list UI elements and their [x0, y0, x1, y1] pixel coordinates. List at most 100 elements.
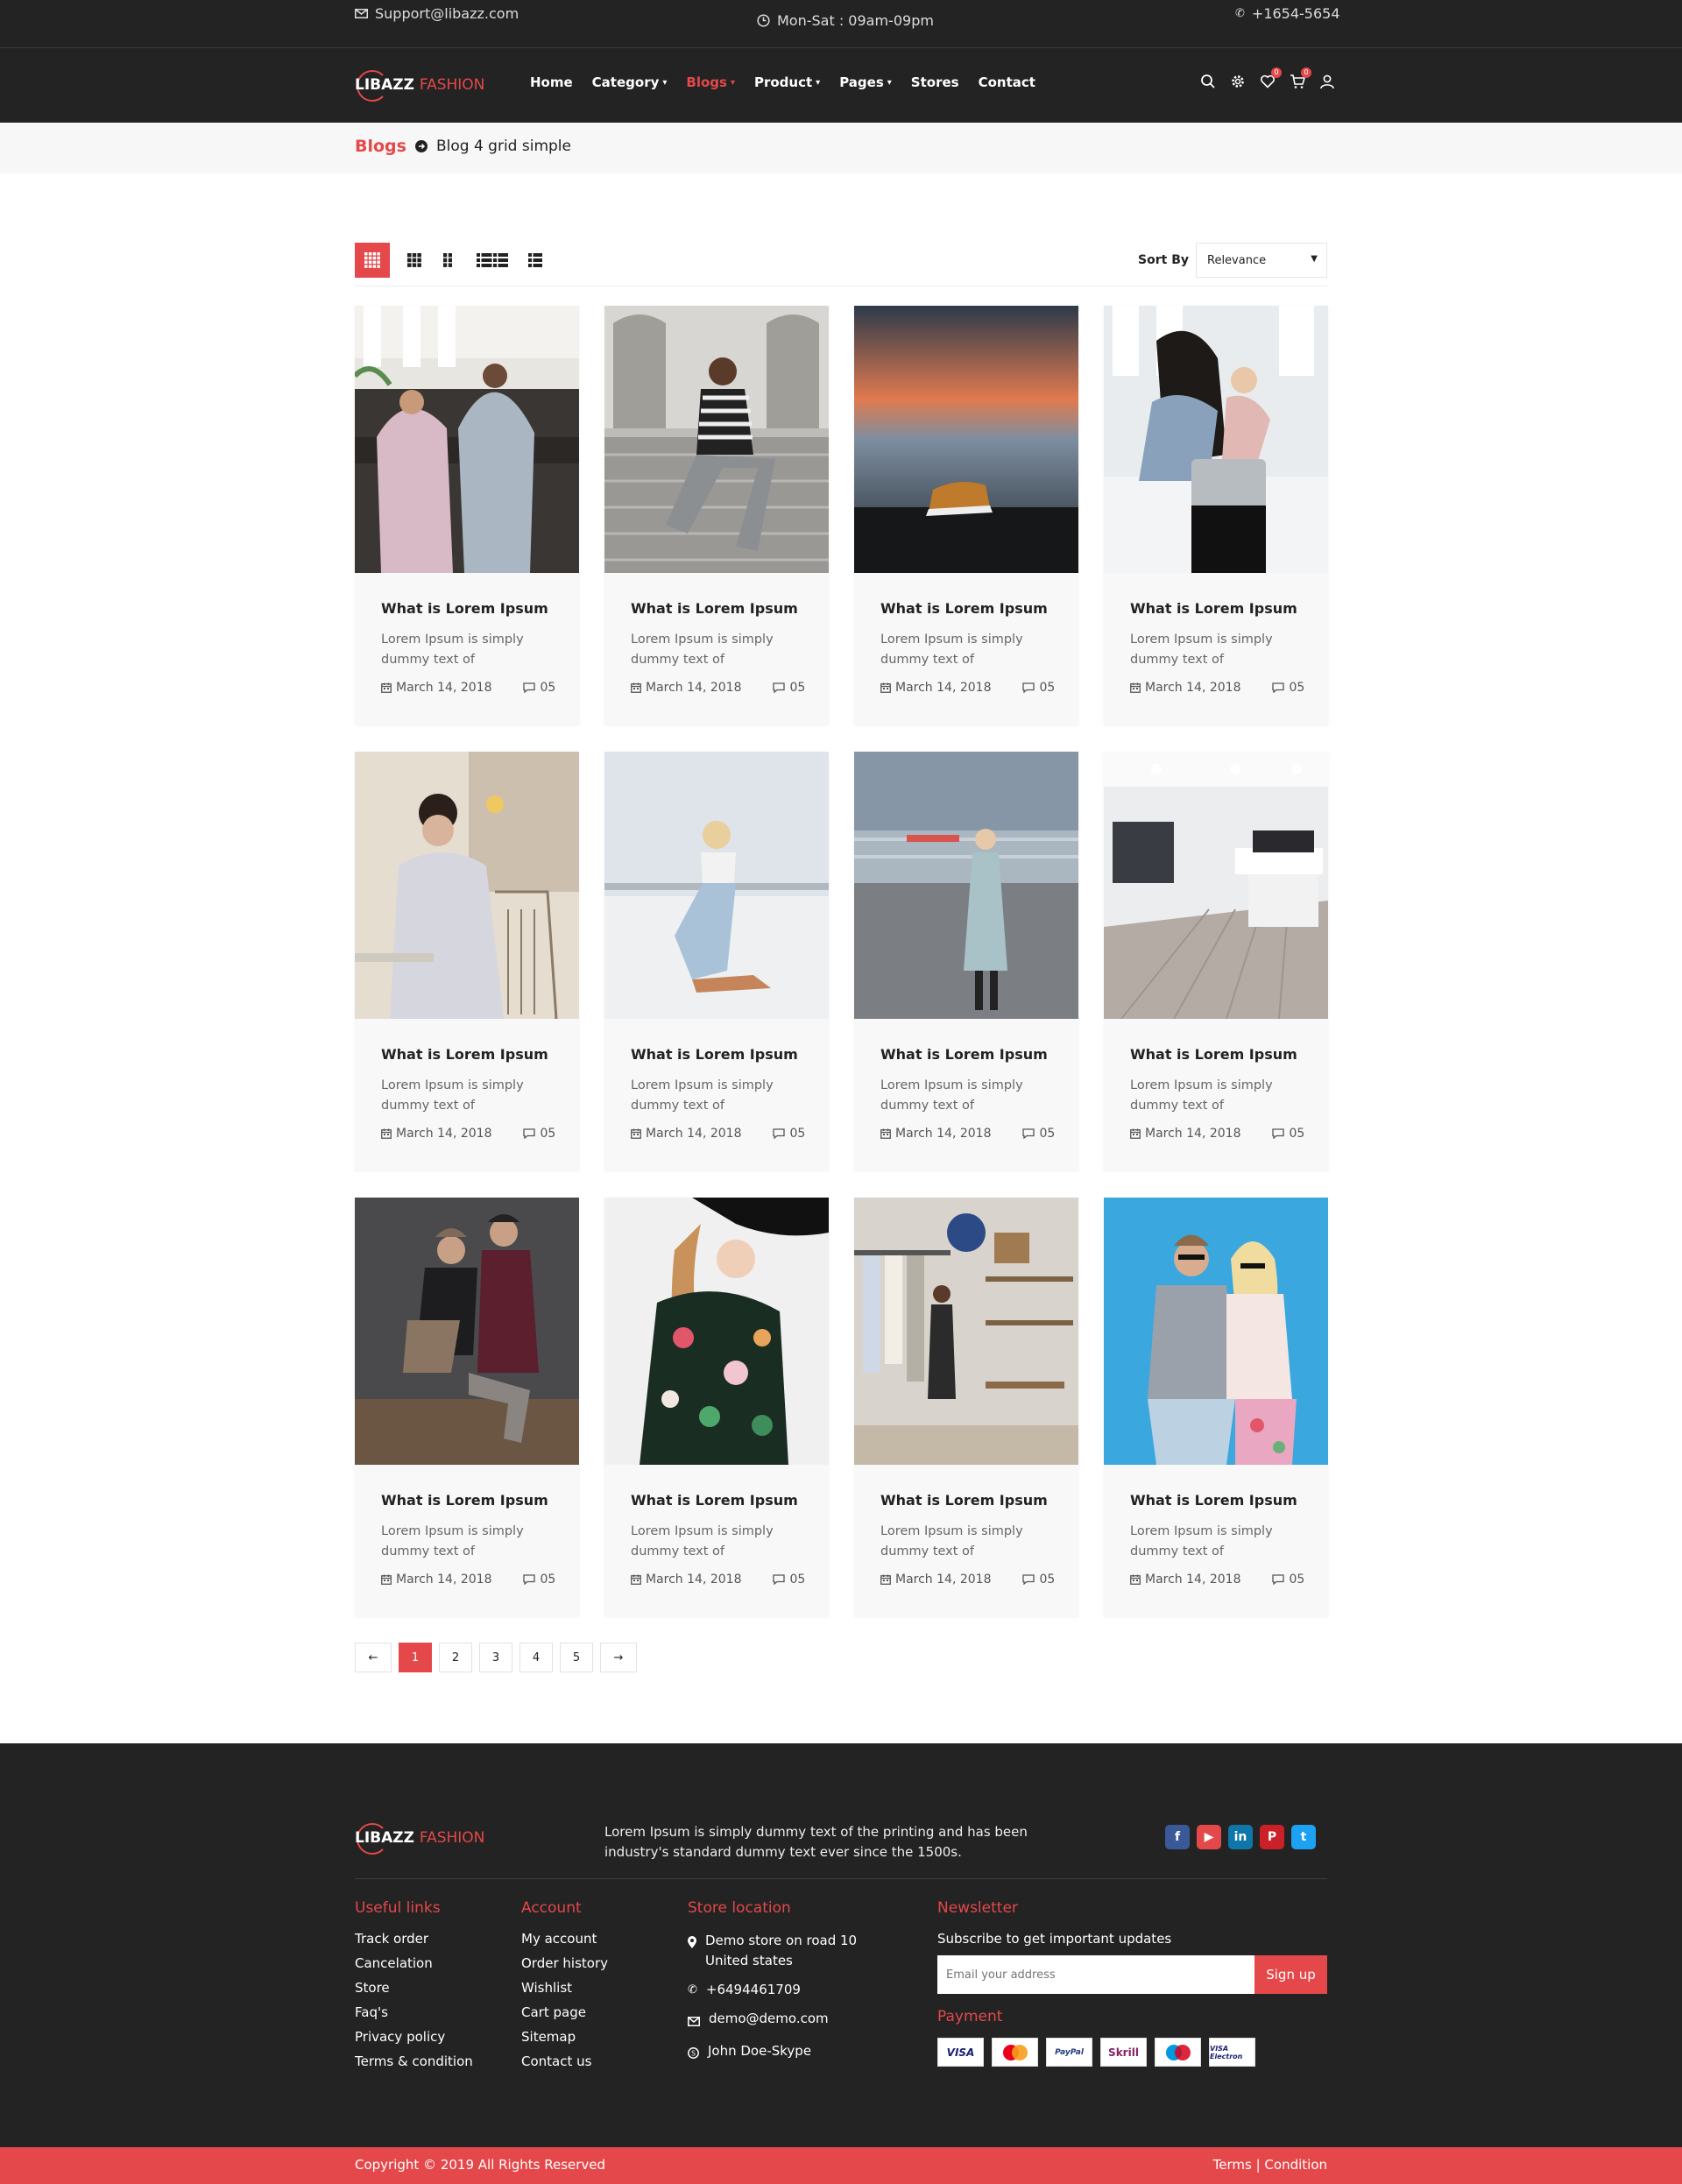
cart-icon[interactable]: 0 — [1290, 67, 1311, 89]
next-page-button[interactable]: → — [600, 1643, 637, 1672]
blog-image[interactable] — [604, 306, 829, 573]
blog-image[interactable] — [1104, 1198, 1328, 1465]
gear-icon[interactable] — [1230, 74, 1246, 89]
blog-title[interactable]: What is Lorem Ipsum — [381, 1046, 548, 1063]
blog-card[interactable]: What is Lorem Ipsum Lorem Ipsum is simpl… — [854, 752, 1078, 1170]
search-icon[interactable] — [1200, 74, 1216, 89]
grid-3-view-button[interactable] — [397, 243, 432, 278]
blog-title[interactable]: What is Lorem Ipsum — [381, 600, 548, 617]
pinterest-icon[interactable]: P — [1260, 1825, 1284, 1849]
blog-comments[interactable]: 05 — [1022, 1127, 1055, 1141]
terms-link[interactable]: Terms | Condition — [1213, 2157, 1327, 2173]
page-4-button[interactable]: 4 — [519, 1643, 553, 1672]
blog-title[interactable]: What is Lorem Ipsum — [880, 600, 1048, 617]
blog-comments[interactable]: 05 — [1272, 681, 1304, 695]
blog-card[interactable]: What is Lorem Ipsum Lorem Ipsum is simpl… — [604, 1198, 829, 1616]
blog-comments[interactable]: 05 — [1022, 1573, 1055, 1587]
blog-title[interactable]: What is Lorem Ipsum — [1130, 600, 1297, 617]
footer-link[interactable]: Privacy policy — [355, 2029, 473, 2045]
breadcrumb-parent[interactable]: Blogs — [355, 137, 406, 156]
blog-comments[interactable]: 05 — [523, 1573, 555, 1587]
blog-card[interactable]: What is Lorem Ipsum Lorem Ipsum is simpl… — [604, 306, 829, 724]
blog-comments[interactable]: 05 — [773, 681, 805, 695]
grid-2-view-button[interactable] — [430, 243, 465, 278]
blog-card[interactable]: What is Lorem Ipsum Lorem Ipsum is simpl… — [355, 752, 579, 1170]
blog-comments[interactable]: 05 — [773, 1127, 805, 1141]
footer-logo[interactable]: LIBAZZ FASHION — [355, 1820, 484, 1857]
footer-link[interactable]: Cancelation — [355, 1955, 473, 1971]
nav-product[interactable]: Product ▾ — [754, 74, 820, 90]
linkedin-icon[interactable]: in — [1228, 1825, 1253, 1849]
youtube-icon[interactable]: ▶ — [1197, 1825, 1221, 1849]
page-1-button[interactable]: 1 — [399, 1643, 432, 1672]
blog-card[interactable]: What is Lorem Ipsum Lorem Ipsum is simpl… — [854, 306, 1078, 724]
list-view-button[interactable] — [518, 243, 553, 278]
blog-image[interactable] — [355, 306, 579, 573]
heart-icon[interactable]: 0 — [1260, 67, 1282, 89]
signup-button[interactable]: Sign up — [1254, 1955, 1327, 1994]
nav-home[interactable]: Home — [530, 74, 573, 90]
store-phone[interactable]: ✆ +6494461709 — [688, 1980, 898, 2000]
grid-4-view-button[interactable] — [355, 243, 390, 278]
blog-image[interactable] — [604, 1198, 829, 1465]
blog-title[interactable]: What is Lorem Ipsum — [631, 600, 798, 617]
blog-card[interactable]: What is Lorem Ipsum Lorem Ipsum is simpl… — [604, 752, 829, 1170]
blog-title[interactable]: What is Lorem Ipsum — [1130, 1046, 1297, 1063]
blog-image[interactable] — [355, 752, 579, 1019]
blog-card[interactable]: What is Lorem Ipsum Lorem Ipsum is simpl… — [355, 1198, 579, 1616]
nav-category[interactable]: Category ▾ — [592, 74, 668, 90]
prev-page-button[interactable]: ← — [355, 1643, 392, 1672]
blog-image[interactable] — [1104, 306, 1328, 573]
blog-card[interactable]: What is Lorem Ipsum Lorem Ipsum is simpl… — [1104, 306, 1328, 724]
blog-image[interactable] — [854, 1198, 1078, 1465]
blog-comments[interactable]: 05 — [1272, 1127, 1304, 1141]
blog-title[interactable]: What is Lorem Ipsum — [1130, 1492, 1297, 1509]
sort-select[interactable]: Relevance ▼ — [1196, 243, 1327, 278]
facebook-icon[interactable]: f — [1165, 1825, 1190, 1849]
blog-title[interactable]: What is Lorem Ipsum — [880, 1046, 1048, 1063]
blog-image[interactable] — [854, 752, 1078, 1019]
blog-comments[interactable]: 05 — [773, 1573, 805, 1587]
footer-link[interactable]: Cart page — [521, 2004, 608, 2020]
footer-link[interactable]: Store — [355, 1980, 473, 1996]
blog-title[interactable]: What is Lorem Ipsum — [880, 1492, 1048, 1509]
blog-title[interactable]: What is Lorem Ipsum — [631, 1046, 798, 1063]
nav-blogs[interactable]: Blogs ▾ — [686, 74, 735, 90]
store-skype[interactable]: S John Doe-Skype — [688, 2041, 898, 2065]
blog-card[interactable]: What is Lorem Ipsum Lorem Ipsum is simpl… — [355, 306, 579, 724]
footer-link[interactable]: My account — [521, 1931, 608, 1947]
nav-pages[interactable]: Pages ▾ — [839, 74, 892, 90]
blog-comments[interactable]: 05 — [1272, 1573, 1304, 1587]
footer-link[interactable]: Order history — [521, 1955, 608, 1971]
blog-comments[interactable]: 05 — [523, 1127, 555, 1141]
footer-link[interactable]: Sitemap — [521, 2029, 608, 2045]
blog-comments[interactable]: 05 — [1022, 681, 1055, 695]
footer-link[interactable]: Faq's — [355, 2004, 473, 2020]
nav-contact[interactable]: Contact — [979, 74, 1035, 90]
store-email[interactable]: demo@demo.com — [688, 2009, 898, 2032]
blog-image[interactable] — [604, 752, 829, 1019]
blog-image[interactable] — [1104, 752, 1328, 1019]
list-2-view-button[interactable] — [470, 243, 514, 278]
blog-title[interactable]: What is Lorem Ipsum — [381, 1492, 548, 1509]
blog-card[interactable]: What is Lorem Ipsum Lorem Ipsum is simpl… — [1104, 1198, 1328, 1616]
page-2-button[interactable]: 2 — [439, 1643, 472, 1672]
blog-comments[interactable]: 05 — [523, 681, 555, 695]
blog-card[interactable]: What is Lorem Ipsum Lorem Ipsum is simpl… — [1104, 752, 1328, 1170]
blog-title[interactable]: What is Lorem Ipsum — [631, 1492, 798, 1509]
footer-link[interactable]: Wishlist — [521, 1980, 608, 1996]
nav-stores[interactable]: Stores — [911, 74, 959, 90]
blog-card[interactable]: What is Lorem Ipsum Lorem Ipsum is simpl… — [854, 1198, 1078, 1616]
footer-link[interactable]: Terms & condition — [355, 2053, 473, 2069]
newsletter-email-input[interactable] — [937, 1955, 1254, 1994]
blog-image[interactable] — [854, 306, 1078, 573]
page-3-button[interactable]: 3 — [479, 1643, 512, 1672]
page-5-button[interactable]: 5 — [560, 1643, 593, 1672]
footer-link[interactable]: Contact us — [521, 2053, 608, 2069]
logo[interactable]: LIBAZZ FASHION — [355, 67, 484, 104]
blog-image[interactable] — [355, 1198, 579, 1465]
user-icon[interactable] — [1319, 74, 1335, 89]
top-phone[interactable]: ✆ +1654-5654 — [1235, 5, 1340, 22]
twitter-icon[interactable]: t — [1291, 1825, 1316, 1849]
footer-link[interactable]: Track order — [355, 1931, 473, 1947]
